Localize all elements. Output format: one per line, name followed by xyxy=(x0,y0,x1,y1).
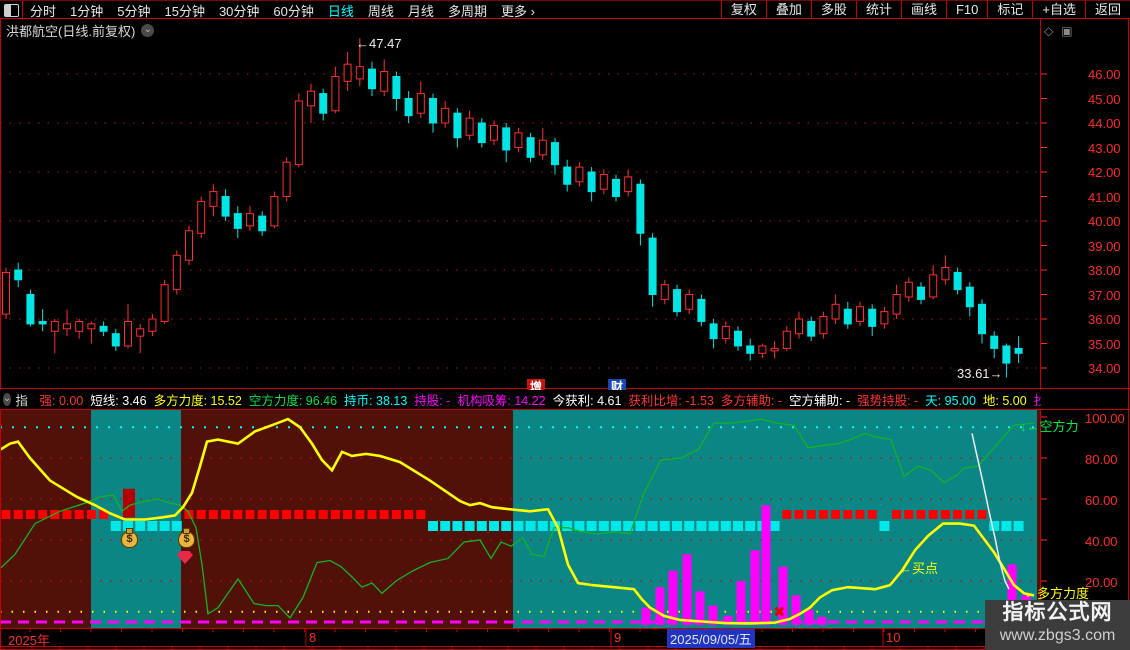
price-axis-label: 43.00 xyxy=(1088,140,1121,156)
price-axis-label: 34.00 xyxy=(1088,361,1121,376)
price-axis-label: 45.00 xyxy=(1088,91,1121,107)
timeframe-tab[interactable]: 15分钟 xyxy=(164,1,204,20)
chart-title-row: 洪都航空(日线.前复权) ⌄ xyxy=(6,21,155,40)
indicator-field: 持币: 38.13 xyxy=(344,394,408,408)
toolbar-action-button[interactable]: 统计 xyxy=(855,1,901,18)
indicator-axis-label: 100.00 xyxy=(1085,411,1125,426)
date-axis-label: 2025年 xyxy=(8,633,50,648)
panel-icon[interactable]: ▣ xyxy=(1061,24,1072,38)
timeframe-tab[interactable]: 分时 xyxy=(30,1,56,20)
toolbar: 分时 1分钟 5分钟 15分钟 30分钟 60分钟 日线 周线 月线 多周期 更多 › 复权 叠加 多股… xyxy=(0,0,1130,20)
price-axis-label: 42.00 xyxy=(1088,165,1121,180)
indicator-axis-label: 20.00 xyxy=(1085,575,1118,590)
timeframe-tab[interactable]: 60分钟 xyxy=(273,1,313,20)
timeframe-tab[interactable]: 周线 xyxy=(368,1,394,20)
split-window-icon[interactable] xyxy=(4,4,19,17)
indicator-field: 空方辅助: - xyxy=(788,394,851,408)
timeframe-tab[interactable]: 日线 xyxy=(328,1,354,20)
price-axis-label: 36.00 xyxy=(1088,312,1121,327)
indicator-axis-label: 80.00 xyxy=(1085,452,1118,467)
high-price-annotation: ←47.47 xyxy=(356,36,402,51)
toolbar-action-button[interactable]: 标记 xyxy=(987,1,1032,18)
money-bag-icon: $ xyxy=(121,528,138,548)
toolbar-action-button[interactable]: +自选 xyxy=(1032,1,1085,18)
indicator-field: 机构吸筹: 14.22 xyxy=(457,394,546,408)
timeframe-tab[interactable]: 月线 xyxy=(408,1,434,20)
watermark-url: www.zbgs3.com xyxy=(999,627,1116,644)
indicator-field: 天: 95.00 xyxy=(925,394,976,408)
chart-canvas xyxy=(0,0,1130,650)
toolbar-action-button[interactable]: 多股 xyxy=(810,1,856,18)
timeframe-tab[interactable]: 多周期 xyxy=(448,1,487,20)
price-axis-label: 46.00 xyxy=(1088,67,1121,82)
diamond-icon[interactable]: ◇ xyxy=(1044,24,1053,38)
indicator-axis-label: 40.00 xyxy=(1085,534,1118,549)
indicator-field: 强: 0.00 xyxy=(39,394,84,408)
accumulation-bar xyxy=(123,488,135,518)
indicator-axis-label: 60.00 xyxy=(1085,493,1118,508)
toolbar-divider xyxy=(22,1,23,20)
toolbar-actions: 复权 叠加 多股 统计 画线 F10 标记 +自选 返回 xyxy=(720,1,1130,18)
bear-line-edge-label: ↓←空方力 xyxy=(1020,419,1079,434)
selected-date-label: 2025/09/05/五 xyxy=(667,629,755,648)
chevron-down-circle-icon[interactable]: ⌄ xyxy=(3,393,12,406)
price-axis-label: 41.00 xyxy=(1088,189,1121,205)
indicator-field: 持股: - xyxy=(414,394,451,408)
sell-cross-icon: ✖ xyxy=(773,604,786,621)
price-axis-label: 39.00 xyxy=(1088,238,1121,254)
indicator-field: 短线: 3.46 xyxy=(90,394,147,408)
date-axis-label: 10 xyxy=(886,630,901,645)
timeframe-tab[interactable]: 5分钟 xyxy=(117,1,150,20)
price-axis-label: 40.00 xyxy=(1088,214,1121,229)
timeframe-tab[interactable]: 30分钟 xyxy=(219,1,259,20)
indicator-name: ⌄ 股朋指标网 xyxy=(3,393,28,408)
site-watermark: 指标公式网 www.zbgs3.com xyxy=(985,600,1130,650)
indicator-field: 多方力度: 15.52 xyxy=(153,394,242,408)
buy-point-annotation: ←买点 xyxy=(899,561,939,576)
price-axis-label: 37.00 xyxy=(1088,287,1121,303)
toolbar-action-button[interactable]: F10 xyxy=(945,1,987,18)
toolbar-action-button[interactable]: 复权 xyxy=(720,1,766,18)
low-price-annotation: 33.61→ xyxy=(957,366,1003,381)
indicator-field: 多方辅助: - xyxy=(720,394,782,408)
trading-app-window: 分时 1分钟 5分钟 15分钟 30分钟 60分钟 日线 周线 月线 多周期 更多 › 复权 叠加 多股… xyxy=(0,0,1130,650)
price-axis-label: 38.00 xyxy=(1088,263,1121,278)
toolbar-action-button[interactable]: 画线 xyxy=(900,1,946,18)
timeframe-tabs: 分时 1分钟 5分钟 15分钟 30分钟 60分钟 日线 周线 月线 多周期 更多 › xyxy=(0,1,535,20)
title-corner-icons: ◇ ▣ xyxy=(1044,24,1073,38)
watermark-title: 指标公式网 xyxy=(1002,601,1113,624)
date-axis-label: 8 xyxy=(309,630,317,645)
candlestick-series xyxy=(2,37,1023,378)
chevron-down-circle-icon[interactable]: ⌄ xyxy=(141,24,155,37)
indicator-field: 获利比增: -1.53 xyxy=(628,394,714,408)
date-axis-label: 9 xyxy=(614,630,622,645)
indicator-field: 强势持股: - xyxy=(857,394,919,408)
price-axis-label: 35.00 xyxy=(1088,336,1121,352)
indicator-field: 空方力度: 96.46 xyxy=(248,394,338,408)
indicator-header: ⌄ 股朋指标网 强: 0.00 短线: 3.46 多方力度: 15.52 空方力度: … xyxy=(0,390,1041,409)
toolbar-action-button[interactable]: 返回 xyxy=(1084,1,1130,18)
price-axis-label: 44.00 xyxy=(1088,116,1121,131)
chart-title: 洪都航空(日线.前复权) xyxy=(6,24,136,39)
indicator-field: 今获利: 4.61 xyxy=(552,394,622,408)
money-bag-icon: $ xyxy=(178,528,195,548)
timeframe-tab[interactable]: 1分钟 xyxy=(70,1,103,20)
timeframe-tab[interactable]: 更多 › xyxy=(501,1,535,20)
toolbar-action-button[interactable]: 叠加 xyxy=(765,1,811,18)
indicator-field: 地: 5.00 xyxy=(982,394,1027,408)
indicator-field: 抄底: 0.00 xyxy=(1033,394,1041,408)
